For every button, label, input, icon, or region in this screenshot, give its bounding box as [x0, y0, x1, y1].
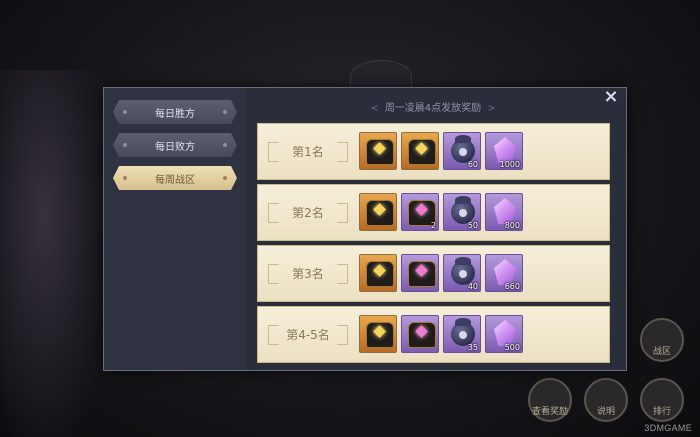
- reward-time-note: < 周一凌晨4点发放奖励 >: [255, 99, 611, 114]
- item-count: 1000: [499, 160, 520, 169]
- reward-item[interactable]: [401, 254, 439, 292]
- chest-gem: [415, 325, 428, 338]
- gold-chest-icon: [366, 322, 394, 348]
- item-count: 660: [504, 282, 520, 291]
- chest-gem: [415, 203, 428, 216]
- reward-item[interactable]: 2: [401, 193, 439, 231]
- item-count: 800: [504, 221, 520, 230]
- reward-item[interactable]: 60: [443, 132, 481, 170]
- reward-item[interactable]: [401, 315, 439, 353]
- view-rewards-button[interactable]: 查看奖励: [528, 378, 572, 422]
- bag-skull: [459, 148, 467, 156]
- reward-item[interactable]: [359, 193, 397, 231]
- item-count: 2: [430, 221, 436, 230]
- tab-weekly-zone[interactable]: 每周战区: [113, 166, 237, 190]
- reward-row: 第2名 2 50 800: [257, 184, 610, 241]
- item-count: 60: [467, 160, 478, 169]
- rank-label: 第4-5名: [266, 321, 350, 347]
- bag-skull: [459, 331, 467, 339]
- reward-row: 第4-5名 35 500: [257, 306, 610, 363]
- rank-label: 第2名: [266, 199, 350, 225]
- rank-label: 第3名: [266, 260, 350, 286]
- tab-dot-right: [223, 143, 227, 147]
- item-count: 35: [467, 343, 478, 352]
- gold-chest-icon: [366, 139, 394, 165]
- bag-skull: [459, 270, 467, 278]
- gold-chest-icon: [366, 261, 394, 287]
- ranking-label: 排行: [652, 407, 671, 417]
- bag-skull: [459, 209, 467, 217]
- tab-dot-right: [223, 176, 227, 180]
- reward-item[interactable]: 660: [485, 254, 523, 292]
- reward-item[interactable]: [359, 315, 397, 353]
- battle-zone-label: 战区: [652, 347, 671, 357]
- reward-item[interactable]: 50: [443, 193, 481, 231]
- gold-chest-icon: [408, 139, 436, 165]
- chest-gem: [415, 264, 428, 277]
- tab-label: 每日败方: [155, 141, 195, 153]
- pink-chest-icon: [408, 261, 436, 287]
- battle-zone-button[interactable]: 战区: [640, 318, 684, 362]
- tab-label: 每日胜方: [155, 108, 195, 120]
- tab-daily-loser[interactable]: 每日败方: [113, 133, 237, 157]
- reward-time-text: 周一凌晨4点发放奖励: [384, 103, 482, 114]
- tab-dot-right: [223, 110, 227, 114]
- background-character: [0, 70, 110, 437]
- chest-gem: [373, 203, 386, 216]
- reward-item[interactable]: [359, 254, 397, 292]
- header-arrow-left: <: [370, 103, 379, 114]
- reward-row: 第1名 60 1000: [257, 123, 610, 180]
- tab-dot-left: [123, 176, 127, 180]
- rules-label: 说明: [596, 407, 615, 417]
- reward-item[interactable]: [359, 132, 397, 170]
- header-arrow-right: >: [487, 103, 496, 114]
- reward-item[interactable]: 500: [485, 315, 523, 353]
- tab-dot-left: [123, 110, 127, 114]
- rules-button[interactable]: 说明: [584, 378, 628, 422]
- chest-gem: [373, 325, 386, 338]
- chest-gem: [373, 142, 386, 155]
- reward-item[interactable]: 40: [443, 254, 481, 292]
- chest-gem: [415, 142, 428, 155]
- gold-chest-icon: [366, 200, 394, 226]
- tab-dot-left: [123, 143, 127, 147]
- reward-item[interactable]: [401, 132, 439, 170]
- reward-item[interactable]: 800: [485, 193, 523, 231]
- chest-gem: [373, 264, 386, 277]
- item-count: 40: [467, 282, 478, 291]
- tab-label: 每周战区: [155, 174, 195, 186]
- reward-row: 第3名 40 660: [257, 245, 610, 302]
- item-count: 500: [504, 343, 520, 352]
- watermark: 3DMGAME: [644, 423, 692, 433]
- rank-label: 第1名: [266, 138, 350, 164]
- item-count: 50: [467, 221, 478, 230]
- view-rewards-label: 查看奖励: [531, 407, 568, 417]
- pink-chest-icon: [408, 322, 436, 348]
- tab-daily-winner[interactable]: 每日胜方: [113, 100, 237, 124]
- reward-item[interactable]: 35: [443, 315, 481, 353]
- reward-item[interactable]: 1000: [485, 132, 523, 170]
- ranking-button[interactable]: 排行: [640, 378, 684, 422]
